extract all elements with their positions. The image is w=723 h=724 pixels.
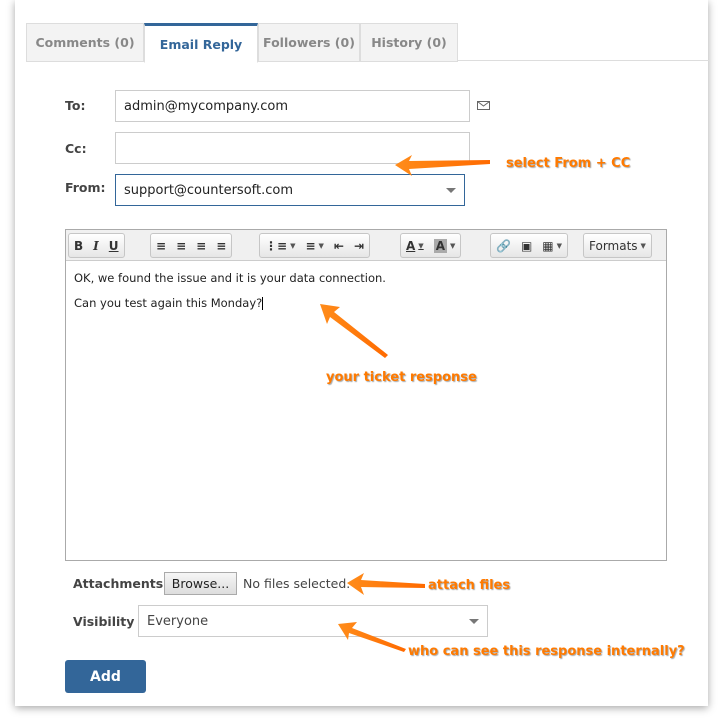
annotation-arrows (320, 155, 490, 652)
arrow-icon (395, 155, 490, 176)
arrow-icon (347, 573, 425, 595)
annotation-visibility: who can see this response internally? (408, 644, 685, 659)
arrow-icon (338, 622, 406, 652)
annotation-response: your ticket response (326, 370, 477, 385)
arrow-icon (320, 304, 388, 358)
annotation-from-cc: select From + CC (506, 156, 631, 171)
annotation-attach: attach files (428, 578, 511, 593)
